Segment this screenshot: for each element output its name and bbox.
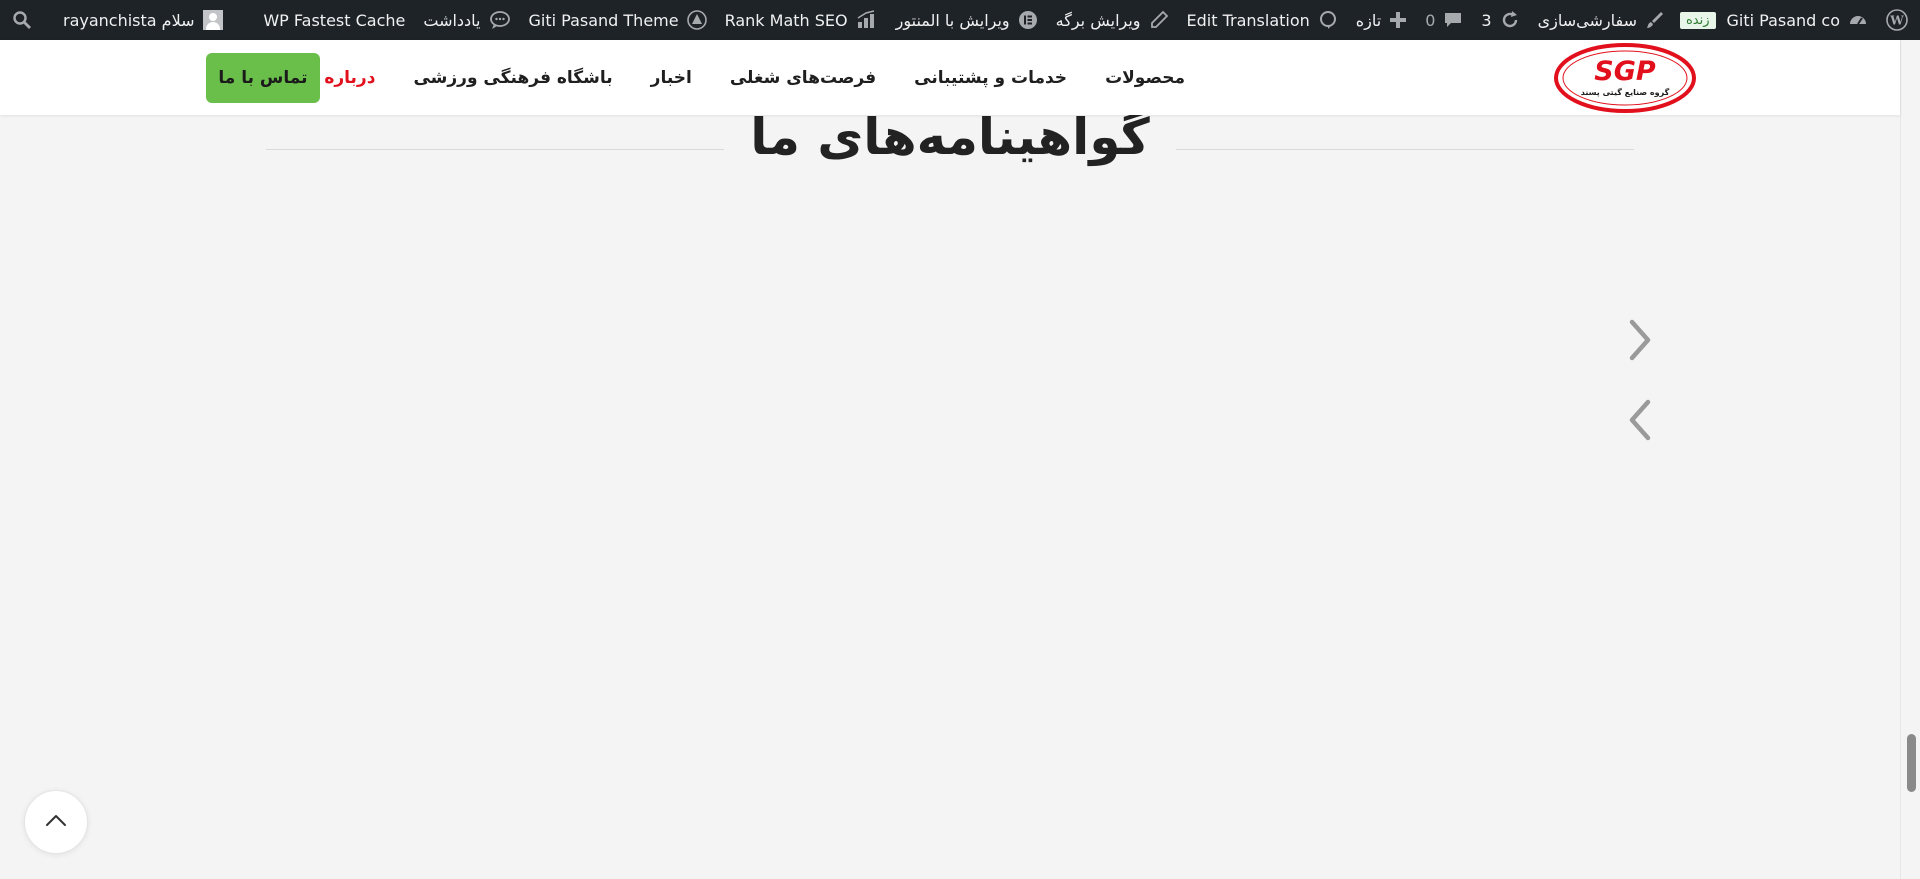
scrollbar-thumb[interactable] xyxy=(1907,734,1916,792)
nav-item-products[interactable]: محصولات xyxy=(1105,68,1185,88)
comments-link[interactable]: 0 xyxy=(1416,0,1472,40)
notes-label: یادداشت xyxy=(423,10,481,30)
customize-link[interactable]: سفارشی‌سازی xyxy=(1529,0,1674,40)
page-scrollbar[interactable] xyxy=(1900,40,1920,879)
rank-math-icon xyxy=(856,10,878,30)
search-toggle[interactable] xyxy=(0,0,54,40)
my-account-menu[interactable]: سلام rayanchista xyxy=(54,0,232,40)
new-label: تازه xyxy=(1355,10,1382,30)
admin-bar-secondary: سلام rayanchista xyxy=(0,0,232,40)
pencil-icon xyxy=(1149,10,1169,30)
nav-item-careers[interactable]: فرصت‌های شغلی xyxy=(730,68,876,88)
nav-item-club[interactable]: باشگاه فرهنگی ورزشی xyxy=(413,68,612,88)
dashboard-icon xyxy=(1848,10,1868,30)
main-navigation: محصولات خدمات و پشتیبانی فرصت‌های شغلی ا… xyxy=(302,40,1185,115)
updates-count: 3 xyxy=(1481,10,1492,30)
comments-count: 0 xyxy=(1425,10,1436,30)
edit-page-label: ویرایش برگه xyxy=(1055,10,1141,30)
new-content-link[interactable]: تازه xyxy=(1347,0,1416,40)
wp-logo-menu[interactable]: W xyxy=(1877,0,1920,40)
chevron-left-icon xyxy=(1622,399,1658,448)
carousel-next-button[interactable] xyxy=(1622,316,1658,364)
tree-icon xyxy=(686,10,707,30)
edit-translation-label: Edit Translation xyxy=(1186,10,1310,30)
contact-button[interactable]: تماس با ما xyxy=(206,53,320,103)
rank-math-link[interactable]: Rank Math SEO xyxy=(716,0,887,40)
theme-link[interactable]: Giti Pasand Theme xyxy=(520,0,716,40)
site-name: Giti Pasand co xyxy=(1726,10,1841,30)
site-header: SGP گروه صنایع گیتی پسند محصولات خدمات و… xyxy=(0,40,1900,115)
live-badge: زنده xyxy=(1679,11,1716,29)
avatar xyxy=(202,10,223,30)
chevron-up-icon xyxy=(44,812,68,832)
theme-label: Giti Pasand Theme xyxy=(528,10,679,30)
site-name-menu[interactable]: Giti Pasand co xyxy=(1718,0,1878,40)
admin-bar: W Giti Pasand co زنده سفارشی‌سازی 3 0 تا… xyxy=(0,0,1920,40)
edit-page-link[interactable]: ویرایش برگه xyxy=(1047,0,1178,40)
search-icon xyxy=(12,10,32,30)
nav-item-services[interactable]: خدمات و پشتیبانی xyxy=(914,68,1067,88)
logo-subtext: گروه صنایع گیتی پسند xyxy=(1581,87,1670,97)
notes-link[interactable]: یادداشت xyxy=(414,0,519,40)
comment-icon xyxy=(1443,10,1463,30)
elementor-link[interactable]: ویرایش با المنتور xyxy=(887,0,1047,40)
section-title: گواهینامه‌های ما xyxy=(750,108,1150,166)
elementor-icon xyxy=(1018,10,1038,30)
carousel-prev-button[interactable] xyxy=(1622,396,1658,444)
customize-label: سفارشی‌سازی xyxy=(1537,10,1637,30)
svg-text:W: W xyxy=(1889,14,1904,28)
refresh-icon xyxy=(1500,10,1520,30)
live-badge-item[interactable]: زنده xyxy=(1674,0,1718,40)
greeting-label: سلام rayanchista xyxy=(63,10,195,30)
chevron-right-icon xyxy=(1622,319,1658,368)
fastest-cache-link[interactable]: WP Fastest Cache xyxy=(254,0,414,40)
chat-icon xyxy=(489,10,511,30)
brush-icon xyxy=(1645,10,1665,30)
nav-item-news[interactable]: اخبار xyxy=(651,68,692,88)
plus-icon xyxy=(1389,11,1407,29)
scroll-to-top-button[interactable] xyxy=(24,790,88,854)
fastest-cache-label: WP Fastest Cache xyxy=(263,10,406,30)
wordpress-icon: W xyxy=(1886,9,1908,31)
logo-mark: SGP xyxy=(1594,56,1656,87)
translate-icon xyxy=(1318,10,1338,30)
site-logo[interactable]: SGP گروه صنایع گیتی پسند xyxy=(1553,42,1697,114)
updates-link[interactable]: 3 xyxy=(1472,0,1528,40)
rank-math-label: Rank Math SEO xyxy=(724,10,848,30)
edit-translation-link[interactable]: Edit Translation xyxy=(1178,0,1347,40)
elementor-label: ویرایش با المنتور xyxy=(895,10,1010,30)
